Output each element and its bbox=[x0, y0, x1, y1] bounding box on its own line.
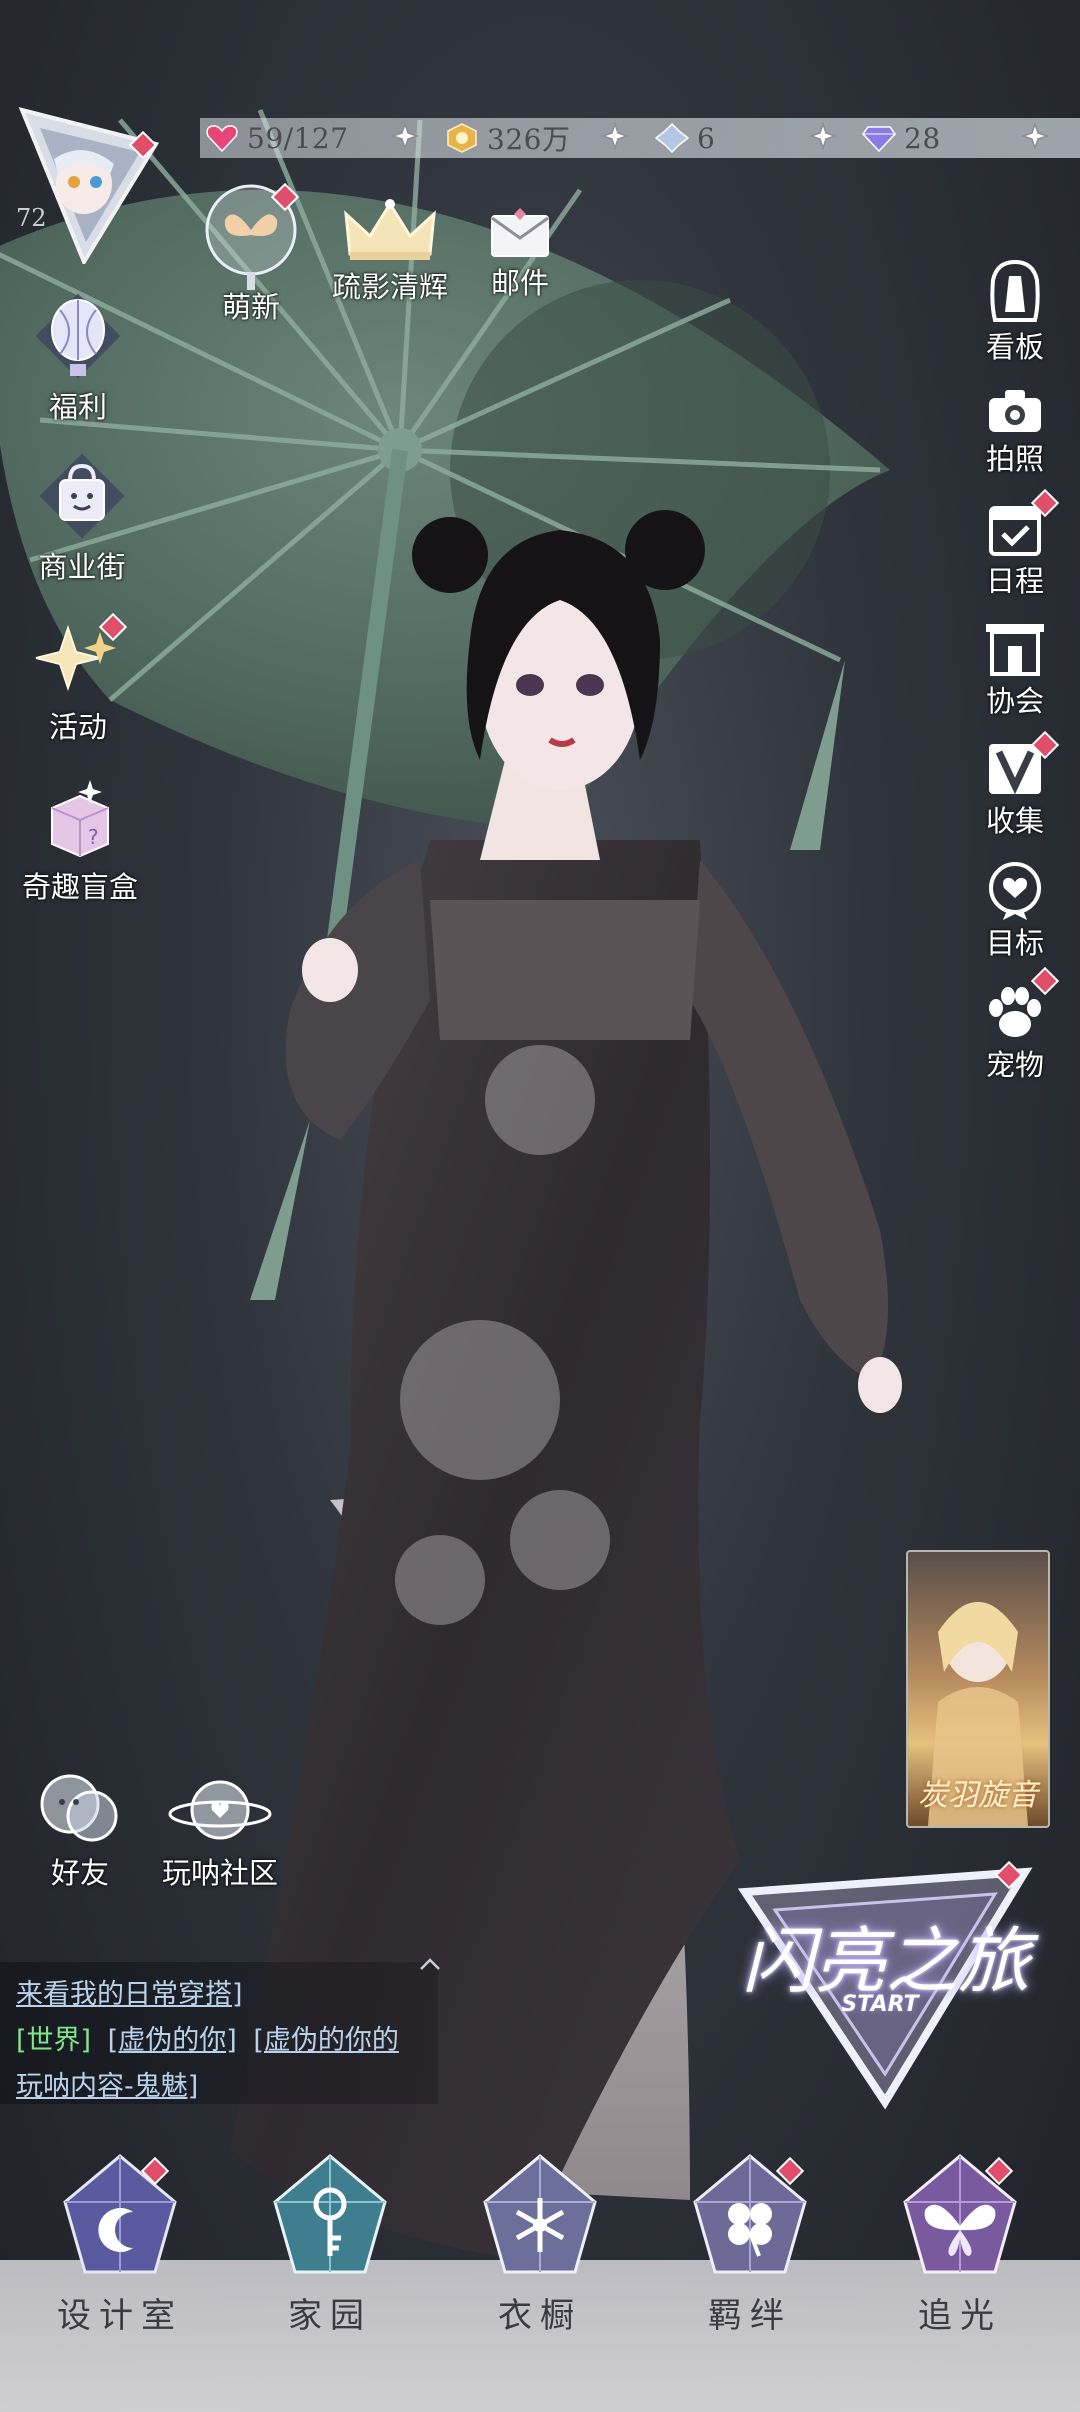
welfare-label: 福利 bbox=[48, 390, 107, 424]
chat-panel[interactable]: 来看我的日常穿搭] [世界] [虚伪的你] [虚伪的你的 玩呐内容-鬼魅] bbox=[0, 1958, 440, 2104]
diamond-value: 28 bbox=[904, 121, 941, 155]
community-planet-icon bbox=[168, 1780, 272, 1840]
nav-design-studio[interactable]: 设计室 bbox=[45, 2152, 195, 2337]
newbie-notification-badge bbox=[270, 182, 300, 212]
start-notification-badge bbox=[994, 1860, 1024, 1890]
crystal-icon bbox=[655, 123, 689, 153]
start-journey-button[interactable]: 闪亮之旅 START bbox=[735, 1862, 1035, 2112]
welfare-button[interactable]: 福利 bbox=[18, 292, 138, 426]
plus-icon bbox=[391, 122, 419, 150]
plus-icon bbox=[1021, 122, 1049, 150]
target-medal-icon bbox=[989, 862, 1041, 920]
banner-title: 炭羽旋音 bbox=[918, 1778, 1038, 1813]
plus-icon bbox=[601, 122, 629, 150]
event-crown-label: 疏影清辉 bbox=[331, 270, 448, 304]
guild-button[interactable]: 协会 bbox=[970, 620, 1060, 720]
heart-gem-icon bbox=[206, 125, 238, 153]
event-banner[interactable]: 炭羽旋音 bbox=[906, 1550, 1050, 1828]
gold-value: 326万 bbox=[487, 123, 571, 156]
newbie-label: 萌新 bbox=[221, 290, 280, 324]
photo-label: 拍照 bbox=[985, 442, 1044, 476]
dress-icon bbox=[990, 259, 1040, 322]
pet-button[interactable]: 宠物 bbox=[970, 984, 1060, 1084]
goal-button[interactable]: 目标 bbox=[970, 858, 1060, 962]
mystery-box-icon: ? bbox=[51, 780, 109, 858]
nav-wardrobe[interactable]: 衣橱 bbox=[465, 2152, 615, 2337]
snowflake-gem-icon bbox=[483, 2154, 597, 2274]
pet-label: 宠物 bbox=[985, 1048, 1044, 1082]
nav-bond-label: 羁绊 bbox=[708, 2296, 792, 2336]
showcase-button[interactable]: 看板 bbox=[970, 258, 1060, 366]
friends-button[interactable]: 好友 bbox=[20, 1770, 140, 1892]
resource-gold: 326万 bbox=[445, 118, 570, 158]
chat-line-3: 玩呐内容-鬼魅] bbox=[16, 2064, 198, 2103]
add-stamina-button[interactable] bbox=[390, 121, 420, 151]
hot-air-balloon-icon bbox=[35, 293, 121, 379]
design-studio-notification-badge bbox=[140, 2156, 170, 2186]
goal-label: 目标 bbox=[985, 926, 1044, 960]
resource-diamond: 28 bbox=[862, 118, 941, 158]
chase-light-notification-badge bbox=[984, 2156, 1014, 2186]
mail-icon bbox=[491, 208, 549, 257]
activity-label: 活动 bbox=[48, 710, 107, 744]
community-label: 玩呐社区 bbox=[161, 1856, 278, 1890]
mail-button[interactable]: 邮件 bbox=[470, 204, 570, 302]
start-journey-subtitle: START bbox=[841, 1992, 919, 2017]
svg-text:?: ? bbox=[88, 825, 99, 849]
pet-notification-badge bbox=[1030, 966, 1060, 996]
shopping-street-label: 商业街 bbox=[38, 550, 126, 584]
event-crown-button[interactable]: 疏影清辉 bbox=[325, 196, 455, 306]
bond-notification-badge bbox=[775, 2156, 805, 2186]
diamond-icon bbox=[862, 126, 896, 153]
collection-notification-badge bbox=[1030, 730, 1060, 760]
resource-stamina: 59/127 bbox=[205, 118, 349, 158]
chat-line-2: [世界] [虚伪的你] [虚伪的你的 bbox=[16, 2018, 399, 2057]
chat-expand-icon[interactable] bbox=[418, 1956, 442, 1972]
add-gold-button[interactable] bbox=[600, 121, 630, 151]
schedule-notification-badge bbox=[1030, 488, 1060, 518]
community-button[interactable]: 玩呐社区 bbox=[150, 1770, 290, 1892]
nav-chase-light-label: 追光 bbox=[918, 2296, 1002, 2336]
chat-channel-tag: [世界] bbox=[16, 2025, 92, 2056]
guild-building-icon bbox=[986, 624, 1044, 676]
activity-notification-badge bbox=[98, 612, 128, 642]
nav-home[interactable]: 家园 bbox=[255, 2152, 405, 2337]
plus-icon bbox=[809, 122, 837, 150]
nav-wardrobe-label: 衣橱 bbox=[498, 2296, 582, 2336]
chat-message-link[interactable]: 来看我的日常穿搭] bbox=[16, 1979, 243, 2010]
key-gem-icon bbox=[273, 2154, 387, 2274]
friends-bubble-icon bbox=[40, 1774, 118, 1842]
gold-coin-icon bbox=[447, 123, 477, 153]
showcase-label: 看板 bbox=[985, 330, 1044, 364]
shopping-bag-icon bbox=[39, 453, 125, 539]
add-diamond-button[interactable] bbox=[1020, 121, 1050, 151]
nav-home-label: 家园 bbox=[288, 2296, 372, 2336]
chat-user-link[interactable]: [虚伪的你] bbox=[108, 2025, 237, 2056]
chat-content-link[interactable]: [虚伪的你的 bbox=[253, 2025, 399, 2056]
mystery-box-button[interactable]: ? 奇趣盲盒 bbox=[10, 772, 150, 906]
crown-icon bbox=[344, 199, 436, 260]
nav-design-studio-label: 设计室 bbox=[57, 2296, 183, 2336]
camera-icon bbox=[989, 390, 1041, 432]
schedule-label: 日程 bbox=[985, 564, 1044, 598]
avatar-notification-badge bbox=[128, 130, 158, 160]
friends-label: 好友 bbox=[50, 1856, 109, 1890]
resource-crystal: 6 bbox=[655, 118, 715, 158]
add-crystal-button[interactable] bbox=[808, 121, 838, 151]
shopping-street-button[interactable]: 商业街 bbox=[12, 452, 152, 586]
mystery-box-label: 奇趣盲盒 bbox=[21, 870, 138, 904]
collection-label: 收集 bbox=[985, 804, 1044, 838]
chat-line-1: 来看我的日常穿搭] bbox=[16, 1972, 243, 2011]
mail-label: 邮件 bbox=[490, 266, 549, 300]
chat-content-link-cont[interactable]: 玩呐内容-鬼魅] bbox=[16, 2071, 198, 2102]
stamina-value: 59/127 bbox=[247, 121, 349, 155]
player-level: 72 bbox=[16, 204, 47, 232]
guild-label: 协会 bbox=[985, 684, 1044, 718]
photo-button[interactable]: 拍照 bbox=[970, 386, 1060, 478]
crystal-value: 6 bbox=[697, 121, 716, 155]
avatar-portrait bbox=[18, 107, 160, 267]
player-avatar[interactable] bbox=[14, 104, 164, 267]
